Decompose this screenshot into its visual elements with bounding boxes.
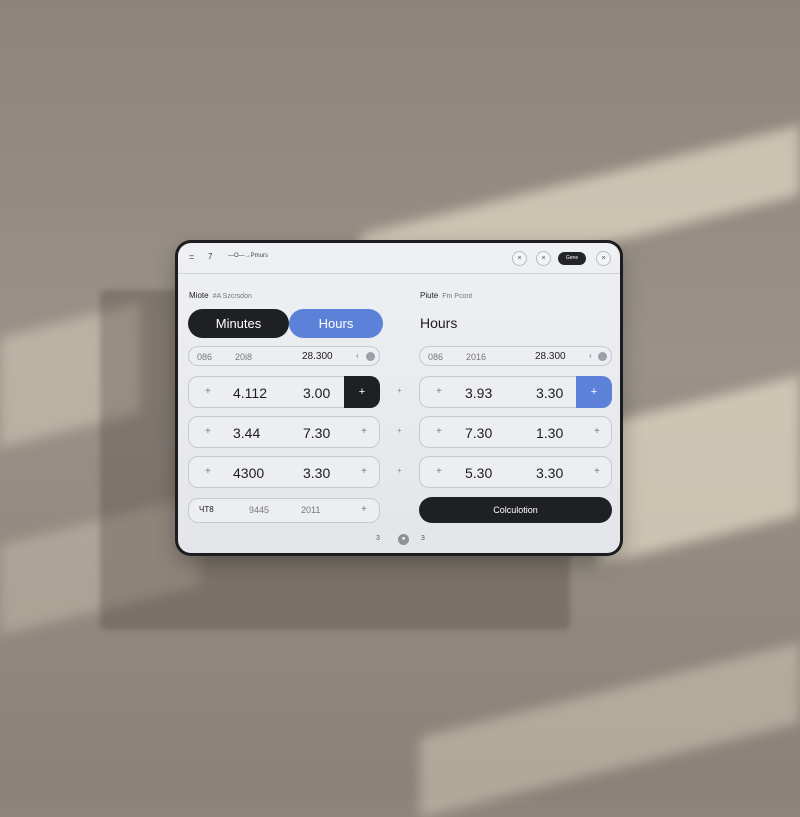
top-bar: = 7 —O—→Pmurs × × Gene ×: [178, 243, 620, 274]
app-title: —O—→Pmurs: [228, 253, 269, 259]
plus-icon[interactable]: +: [397, 426, 402, 435]
bottom-part-b: 9445: [249, 505, 270, 515]
plus-icon[interactable]: +: [436, 426, 442, 437]
clear-icon[interactable]: [366, 352, 375, 361]
input-value: 28.300: [302, 351, 333, 362]
plus-icon[interactable]: +: [205, 386, 211, 397]
plus-icon[interactable]: +: [361, 504, 367, 515]
plus-icon[interactable]: +: [205, 466, 211, 477]
left-bottom-field[interactable]: ЧТ8 9445 2011 +: [188, 498, 380, 523]
menu-icon[interactable]: =: [189, 252, 194, 262]
right-row-1[interactable]: + 3.93 3.30 +: [419, 376, 612, 408]
add-button[interactable]: +: [576, 376, 612, 408]
plus-icon[interactable]: +: [594, 466, 600, 477]
row-value-1: 4.112: [233, 385, 267, 401]
right-section-label: Piute Fm Pcont: [420, 291, 472, 300]
app-screen: = 7 —O—→Pmurs × × Gene × Miote #A Szcrsdo…: [178, 243, 620, 553]
tablet-device: = 7 —O—→Pmurs × × Gene × Miote #A Szcrsdo…: [175, 240, 623, 556]
close-window-icon[interactable]: ×: [596, 251, 611, 266]
bottom-part-c: 2011: [301, 505, 321, 515]
row-value-2: 7.30: [303, 425, 331, 441]
mode-pill-button[interactable]: Gene: [558, 252, 586, 265]
left-label: Miote: [189, 291, 209, 300]
row-value-2: 3.00: [303, 385, 331, 401]
input-part-b: 20i8: [235, 352, 253, 362]
topbar-number: 7: [208, 252, 213, 261]
left-row-3[interactable]: + 4300 3.30 +: [188, 456, 380, 488]
plus-icon[interactable]: +: [361, 426, 367, 437]
left-label-sub: #A Szcrsdon: [212, 293, 252, 300]
row-value-2: 3.30: [303, 465, 331, 481]
plus-icon[interactable]: +: [397, 466, 402, 475]
chevron-left-icon[interactable]: ‹: [356, 351, 359, 360]
pager-next[interactable]: 3: [421, 535, 425, 542]
hours-title: Hours: [420, 315, 458, 331]
row-value-2: 1.30: [536, 425, 564, 441]
input-part-a: 086: [428, 352, 444, 362]
pager-current-dot[interactable]: ●: [398, 534, 409, 545]
row-value-2: 3.30: [536, 465, 564, 481]
right-row-3[interactable]: + 5.30 3.30 +: [419, 456, 612, 488]
left-input-field[interactable]: 086 20i8 28.300 ‹: [188, 346, 380, 366]
input-value: 28.300: [535, 351, 566, 362]
right-label: Piute: [420, 291, 439, 300]
plus-icon[interactable]: +: [594, 426, 600, 437]
plus-icon[interactable]: +: [436, 466, 442, 477]
left-row-2[interactable]: + 3.44 7.30 +: [188, 416, 380, 448]
plus-icon[interactable]: +: [436, 386, 442, 397]
row-value-1: 5.30: [465, 465, 493, 481]
add-button[interactable]: +: [344, 376, 380, 408]
plus-icon[interactable]: +: [397, 386, 402, 395]
calculation-button[interactable]: Colculotion: [419, 497, 612, 523]
light-beam: [0, 495, 200, 635]
left-section-label: Miote #A Szcrsdon: [189, 291, 252, 300]
input-part-b: 2016: [466, 352, 487, 362]
right-input-field[interactable]: 086 2016 28.300 ‹: [419, 346, 612, 366]
chevron-left-icon[interactable]: ‹: [589, 351, 592, 360]
bottom-part-a: ЧТ8: [199, 505, 214, 514]
close-icon[interactable]: ×: [536, 251, 551, 266]
row-value-2: 3.30: [536, 385, 564, 401]
row-value-1: 7.30: [465, 425, 493, 441]
right-row-2[interactable]: + 7.30 1.30 +: [419, 416, 612, 448]
row-value-1: 4300: [233, 465, 265, 481]
left-row-1[interactable]: + 4.112 3.00 +: [188, 376, 380, 408]
light-beam: [0, 302, 140, 448]
light-beam: [600, 375, 800, 565]
pager-prev[interactable]: 3: [376, 535, 380, 542]
tab-minutes[interactable]: Minutes: [188, 309, 289, 338]
right-label-sub: Fm Pcont: [442, 293, 473, 300]
tab-hours[interactable]: Hours: [289, 309, 383, 338]
plus-icon[interactable]: +: [205, 426, 211, 437]
clear-icon[interactable]: [598, 352, 607, 361]
row-value-1: 3.44: [233, 425, 261, 441]
plus-icon[interactable]: +: [361, 466, 367, 477]
input-part-a: 086: [197, 352, 213, 362]
row-value-1: 3.93: [465, 385, 493, 401]
close-icon[interactable]: ×: [512, 251, 527, 266]
light-beam: [420, 642, 800, 817]
